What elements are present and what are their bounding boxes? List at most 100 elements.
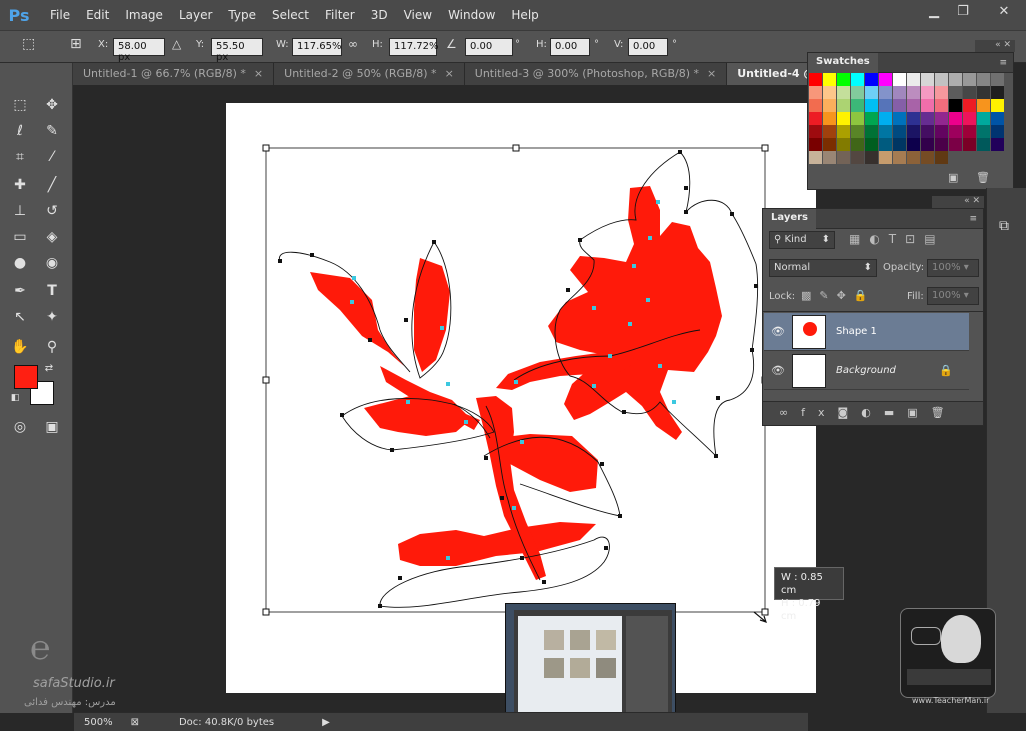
color-swatch[interactable]: [879, 138, 892, 151]
color-swatch[interactable]: [893, 99, 906, 112]
color-swatch[interactable]: [963, 99, 976, 112]
filter-kind-dropdown[interactable]: ⚲ Kind ⬍: [769, 231, 835, 249]
color-swatch[interactable]: [837, 138, 850, 151]
3d-panel-icon[interactable]: ⧉: [999, 218, 1009, 234]
layers-tab[interactable]: Layers: [763, 208, 816, 229]
color-swatch[interactable]: [935, 73, 948, 86]
color-swatch[interactable]: [851, 73, 864, 86]
color-swatch[interactable]: [823, 138, 836, 151]
color-swatch[interactable]: [865, 112, 878, 125]
color-swatch[interactable]: [851, 99, 864, 112]
color-swatch[interactable]: [963, 112, 976, 125]
color-swatch[interactable]: [991, 86, 1004, 99]
color-swatch[interactable]: [893, 112, 906, 125]
color-swatch[interactable]: [907, 99, 920, 112]
color-swatch[interactable]: [893, 138, 906, 151]
swatches-tab[interactable]: Swatches: [808, 52, 878, 73]
color-swatch[interactable]: [865, 151, 878, 164]
color-swatch[interactable]: [991, 73, 1004, 86]
color-swatch[interactable]: [851, 125, 864, 138]
color-swatch[interactable]: [851, 86, 864, 99]
fill-field[interactable]: 100% ▾: [927, 287, 979, 305]
color-swatch[interactable]: [935, 125, 948, 138]
color-swatch[interactable]: [879, 112, 892, 125]
color-swatch[interactable]: [823, 151, 836, 164]
color-swatch[interactable]: [907, 125, 920, 138]
zoom-level[interactable]: 500%: [84, 717, 113, 728]
color-swatch[interactable]: [851, 112, 864, 125]
color-swatch[interactable]: [977, 125, 990, 138]
color-swatch[interactable]: [907, 73, 920, 86]
color-swatch[interactable]: [921, 86, 934, 99]
layer-row-background[interactable]: 👁 Background 🔒: [764, 352, 969, 390]
delete-swatch-icon[interactable]: 🗑: [976, 171, 990, 184]
color-swatch[interactable]: [809, 99, 822, 112]
lock-icons[interactable]: ▩✎✥🔒: [801, 289, 876, 302]
color-swatch[interactable]: [851, 151, 864, 164]
color-swatch[interactable]: [907, 138, 920, 151]
color-swatch[interactable]: [879, 99, 892, 112]
new-swatch-icon[interactable]: ▣: [948, 171, 958, 184]
color-swatch[interactable]: [935, 99, 948, 112]
color-swatch[interactable]: [949, 112, 962, 125]
color-swatch[interactable]: [935, 86, 948, 99]
panel-menu-icon[interactable]: ≡: [999, 58, 1007, 68]
color-swatch[interactable]: [879, 73, 892, 86]
color-swatch[interactable]: [949, 99, 962, 112]
layers-footer-icons[interactable]: ∞fx◙◐▬▣🗑: [763, 401, 983, 425]
color-swatch[interactable]: [907, 151, 920, 164]
layers-collapse-icon[interactable]: « ✕: [932, 196, 984, 208]
layer-filter-icons[interactable]: ▦◐T⊡▤: [849, 232, 945, 246]
color-swatch[interactable]: [865, 86, 878, 99]
color-swatch[interactable]: [949, 86, 962, 99]
taskbar-preview-thumbnail[interactable]: [505, 603, 676, 724]
color-swatch[interactable]: [907, 86, 920, 99]
color-swatch[interactable]: [879, 86, 892, 99]
color-swatch[interactable]: [963, 73, 976, 86]
status-menu-arrow-icon[interactable]: ▶: [322, 717, 330, 728]
color-swatch[interactable]: [949, 125, 962, 138]
color-swatch[interactable]: [921, 151, 934, 164]
color-swatch[interactable]: [977, 73, 990, 86]
color-swatch[interactable]: [837, 125, 850, 138]
swatches-collapse-icon[interactable]: « ✕: [975, 40, 1015, 52]
color-swatch[interactable]: [879, 125, 892, 138]
color-swatch[interactable]: [963, 125, 976, 138]
color-swatch[interactable]: [837, 151, 850, 164]
color-swatch[interactable]: [893, 151, 906, 164]
opacity-field[interactable]: 100% ▾: [927, 259, 979, 277]
color-swatch[interactable]: [823, 125, 836, 138]
color-swatch[interactable]: [893, 73, 906, 86]
color-swatch[interactable]: [893, 125, 906, 138]
color-swatch[interactable]: [823, 73, 836, 86]
color-swatch[interactable]: [935, 138, 948, 151]
color-swatch[interactable]: [991, 138, 1004, 151]
color-swatch[interactable]: [921, 125, 934, 138]
color-swatch[interactable]: [949, 73, 962, 86]
color-swatch[interactable]: [837, 99, 850, 112]
color-swatch[interactable]: [851, 138, 864, 151]
color-swatch[interactable]: [949, 138, 962, 151]
color-swatch[interactable]: [837, 112, 850, 125]
color-swatch[interactable]: [865, 138, 878, 151]
color-swatch[interactable]: [921, 138, 934, 151]
color-swatch[interactable]: [865, 125, 878, 138]
color-swatch[interactable]: [809, 125, 822, 138]
color-swatch[interactable]: [865, 99, 878, 112]
color-swatch[interactable]: [921, 112, 934, 125]
color-swatch[interactable]: [991, 99, 1004, 112]
color-swatch[interactable]: [809, 112, 822, 125]
color-swatch[interactable]: [879, 151, 892, 164]
color-swatch[interactable]: [977, 99, 990, 112]
visibility-eye-icon[interactable]: 👁: [764, 325, 792, 338]
color-swatch[interactable]: [935, 112, 948, 125]
blend-mode-dropdown[interactable]: Normal ⬍: [769, 259, 877, 277]
color-swatch[interactable]: [837, 73, 850, 86]
color-swatch[interactable]: [921, 99, 934, 112]
color-swatch[interactable]: [935, 151, 948, 164]
foreground-color-swatch[interactable]: [14, 365, 38, 389]
visibility-eye-icon[interactable]: 👁: [764, 364, 792, 377]
color-swatch[interactable]: [809, 73, 822, 86]
layers-menu-icon[interactable]: ≡: [969, 214, 977, 224]
color-swatch[interactable]: [991, 112, 1004, 125]
